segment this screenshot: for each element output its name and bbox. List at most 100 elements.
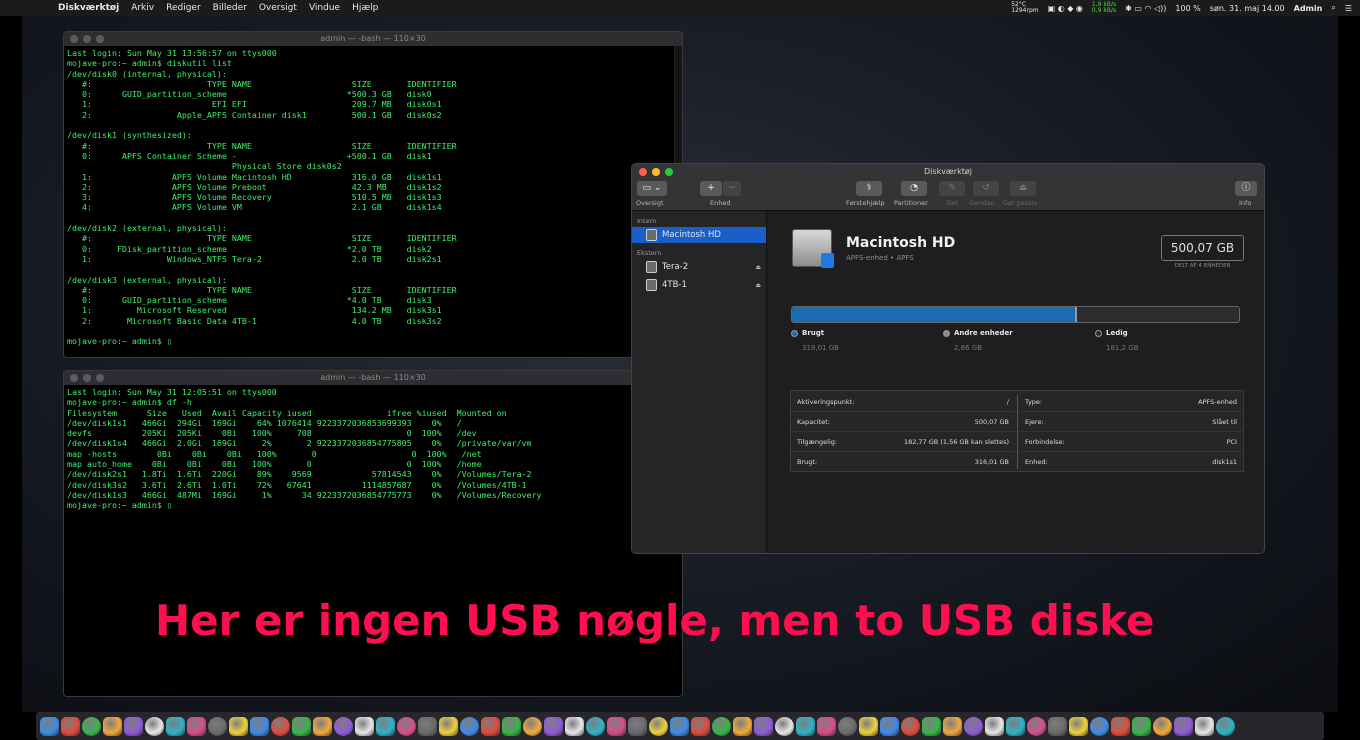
terminal-window-1[interactable]: admin — -bash — 110×30 Last login: Sun M… bbox=[63, 31, 683, 358]
terminal-output[interactable]: Last login: Sun May 31 13:56:57 on ttys0… bbox=[64, 46, 682, 349]
user-menu[interactable]: Admin bbox=[1294, 4, 1323, 13]
terminal-icon[interactable] bbox=[565, 716, 584, 736]
finder-icon[interactable] bbox=[40, 716, 59, 736]
globe2-icon[interactable] bbox=[355, 716, 374, 736]
network-icon[interactable] bbox=[943, 716, 962, 736]
steam-icon[interactable] bbox=[922, 716, 941, 736]
disk-utility-titlebar[interactable]: Diskværktøj bbox=[632, 164, 1264, 180]
opera-icon[interactable] bbox=[292, 716, 311, 736]
menu-app-name[interactable]: Diskværktøj bbox=[58, 3, 119, 13]
textedit-icon[interactable] bbox=[607, 716, 626, 736]
eject-icon[interactable]: ⏏ bbox=[755, 264, 761, 271]
brush-icon[interactable] bbox=[796, 716, 815, 736]
sidebar-item-4tb-1[interactable]: 4TB-1 ⏏ bbox=[632, 277, 766, 293]
menu-arkiv[interactable]: Arkiv bbox=[131, 3, 154, 13]
vector-icon[interactable] bbox=[145, 716, 164, 736]
terminal-output[interactable]: Last login: Sun May 31 12:05:51 on ttys0… bbox=[64, 385, 682, 513]
rocket-icon[interactable] bbox=[187, 716, 206, 736]
spotlight-search-icon[interactable]: ⌕ bbox=[1331, 3, 1335, 13]
wifi-volume-icons[interactable]: ✱ ▭ ◠ ◁)) bbox=[1125, 4, 1166, 13]
sidebar-item-tera-2[interactable]: Tera-2 ⏏ bbox=[632, 259, 766, 275]
temp-rpm-status[interactable]: 52°C 1294rpm bbox=[1011, 2, 1038, 14]
remove-volume-button[interactable]: − bbox=[723, 181, 741, 196]
downloads-icon[interactable] bbox=[1195, 716, 1214, 736]
globe-icon[interactable] bbox=[334, 716, 353, 736]
network-speed-status[interactable]: 1,9 kB/s 0,9 kB/s bbox=[1092, 2, 1116, 14]
terminal-titlebar[interactable]: admin — -bash — 110×30 bbox=[64, 371, 682, 385]
activity-icon[interactable] bbox=[838, 716, 857, 736]
add-volume-button[interactable]: + bbox=[700, 181, 722, 196]
filezilla-icon[interactable] bbox=[313, 716, 332, 736]
disk-utility-icon[interactable] bbox=[859, 716, 878, 736]
menu-rediger[interactable]: Rediger bbox=[166, 3, 201, 13]
installer-icon[interactable] bbox=[901, 716, 920, 736]
menu-hjaelp[interactable]: Hjælp bbox=[352, 3, 378, 13]
trash-icon[interactable] bbox=[1216, 716, 1235, 736]
photos-icon[interactable] bbox=[523, 716, 542, 736]
partition-button[interactable]: ◔ bbox=[901, 181, 927, 196]
legend-other: Andre enheder bbox=[943, 329, 1013, 337]
globe6-icon[interactable] bbox=[1027, 716, 1046, 736]
menu-oversigt[interactable]: Oversigt bbox=[259, 3, 297, 13]
eject-icon[interactable]: ⏏ bbox=[755, 282, 761, 289]
firefox-icon[interactable] bbox=[250, 716, 269, 736]
launchpad-icon[interactable] bbox=[61, 716, 80, 736]
keynote-icon[interactable] bbox=[691, 716, 710, 736]
pages-icon[interactable] bbox=[649, 716, 668, 736]
notes2-icon[interactable] bbox=[460, 716, 479, 736]
terminal-window-2[interactable]: admin — -bash — 110×30 Last login: Sun M… bbox=[63, 370, 683, 697]
word-icon[interactable] bbox=[1111, 716, 1130, 736]
utilities-icon[interactable] bbox=[754, 716, 773, 736]
photobooth-icon[interactable] bbox=[733, 716, 752, 736]
menu-billeder[interactable]: Billeder bbox=[213, 3, 247, 13]
terminal-line: map auto_home 0Bi 0Bi 0Bi 100% 0 0 100% … bbox=[67, 459, 482, 470]
first-aid-button[interactable]: ⚕ bbox=[856, 181, 882, 196]
usage-bar bbox=[791, 306, 1240, 323]
globe4-icon[interactable] bbox=[985, 716, 1004, 736]
red-icon[interactable] bbox=[1153, 716, 1172, 736]
itunes-icon[interactable] bbox=[712, 716, 731, 736]
globe3-icon[interactable] bbox=[376, 716, 395, 736]
preferences-icon[interactable] bbox=[880, 716, 899, 736]
console-icon[interactable] bbox=[817, 716, 836, 736]
xcode-icon[interactable] bbox=[628, 716, 647, 736]
battery-status[interactable]: 100 % bbox=[1175, 4, 1200, 13]
notes-icon[interactable] bbox=[124, 716, 143, 736]
disk-utility-window[interactable]: Diskværktøj ▭ ⌄ Oversigt + − Enhed ⚕ Før… bbox=[631, 163, 1265, 554]
unmount-button[interactable]: ⏏ bbox=[1010, 181, 1036, 196]
terminal-line: 1: EFI EFI 209.7 MB disk0s1 bbox=[67, 99, 442, 110]
apps-icon[interactable] bbox=[1132, 716, 1151, 736]
facetime-icon[interactable] bbox=[502, 716, 521, 736]
chrome-icon[interactable] bbox=[208, 716, 227, 736]
cards-icon[interactable] bbox=[1090, 716, 1109, 736]
view-toggle-button[interactable]: ▭ ⌄ bbox=[637, 181, 667, 196]
books-icon[interactable] bbox=[418, 716, 437, 736]
safari-icon[interactable] bbox=[82, 716, 101, 736]
safari-tech-icon[interactable] bbox=[271, 716, 290, 736]
chrome-canary-icon[interactable] bbox=[229, 716, 248, 736]
smile-icon[interactable] bbox=[166, 716, 185, 736]
blue-icon[interactable] bbox=[1174, 716, 1193, 736]
sidebar-item-macintosh-hd[interactable]: Macintosh HD bbox=[632, 227, 766, 243]
restore-button[interactable]: ↺ bbox=[973, 181, 999, 196]
sublime-icon[interactable] bbox=[586, 716, 605, 736]
malware-icon[interactable] bbox=[1048, 716, 1067, 736]
sun-icon[interactable] bbox=[1069, 716, 1088, 736]
notification-center-icon[interactable]: ☰ bbox=[1345, 4, 1352, 13]
terminal-titlebar[interactable]: admin — -bash — 110×30 bbox=[64, 32, 682, 46]
finder2-icon[interactable] bbox=[544, 716, 563, 736]
calendar-icon[interactable] bbox=[439, 716, 458, 736]
info-button[interactable]: ⓘ bbox=[1235, 181, 1257, 196]
menu-vindue[interactable]: Vindue bbox=[309, 3, 340, 13]
clock[interactable]: søn. 31. maj 14.00 bbox=[1210, 4, 1285, 13]
erase-button[interactable]: ✎ bbox=[939, 181, 965, 196]
numbers-icon[interactable] bbox=[670, 716, 689, 736]
globe5-icon[interactable] bbox=[1006, 716, 1025, 736]
archive-icon[interactable] bbox=[775, 716, 794, 736]
status-icons[interactable]: ▣ ◐ ◆ ◉ bbox=[1048, 4, 1083, 13]
preview-icon[interactable] bbox=[397, 716, 416, 736]
appstore-icon[interactable] bbox=[103, 716, 122, 736]
shared-note: DELT AF 4 ENHEDER bbox=[1174, 263, 1231, 269]
crystal-icon[interactable] bbox=[964, 716, 983, 736]
messages-icon[interactable] bbox=[481, 716, 500, 736]
